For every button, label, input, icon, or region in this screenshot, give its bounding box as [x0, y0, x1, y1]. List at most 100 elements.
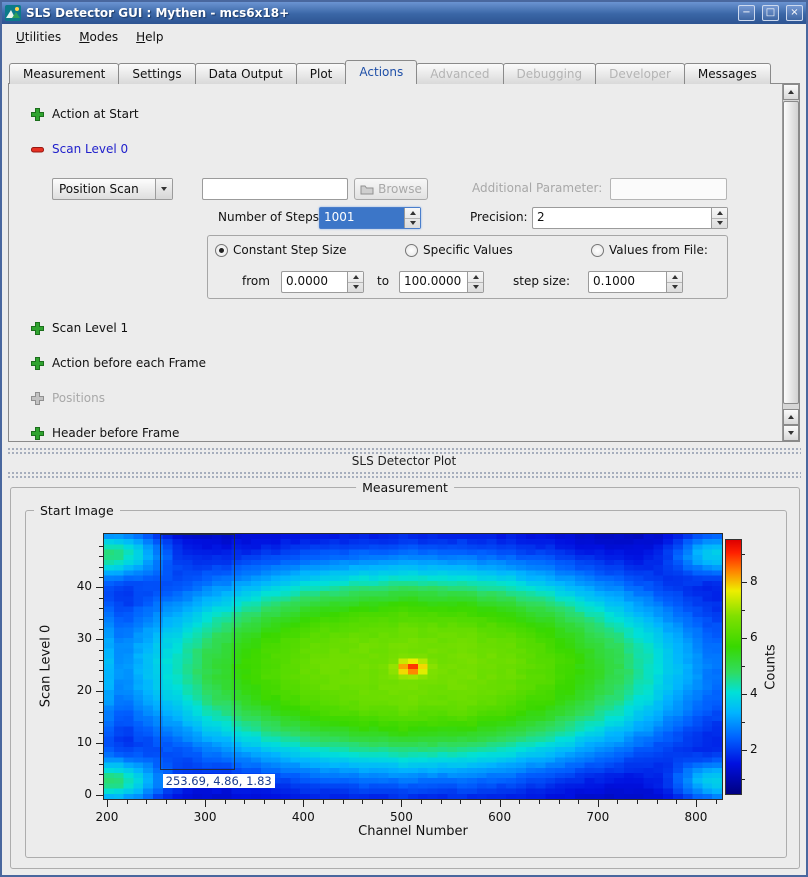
- tab-settings[interactable]: Settings: [118, 63, 195, 84]
- constant-step-size-label[interactable]: Constant Step Size: [233, 243, 347, 257]
- y-minor-tick: [99, 670, 103, 671]
- script-path-input[interactable]: [202, 178, 348, 200]
- y-major-tick: [96, 587, 103, 588]
- y-minor-tick: [99, 598, 103, 599]
- spin-down-icon[interactable]: [348, 283, 363, 293]
- values-from-file-label[interactable]: Values from File:: [609, 243, 708, 257]
- vertical-scrollbar[interactable]: [782, 84, 799, 441]
- colorbar-tick-label: 4: [750, 686, 758, 700]
- x-major-tick: [303, 800, 304, 807]
- x-minor-tick: [441, 800, 442, 804]
- colorbar-tick-label: 8: [750, 574, 758, 588]
- tab-data-output[interactable]: Data Output: [195, 63, 297, 84]
- spin-up-icon[interactable]: [468, 272, 483, 283]
- specific-values-radio[interactable]: [405, 244, 418, 257]
- scroll-up-button-bottom[interactable]: [783, 409, 799, 425]
- scan-mode-combobox[interactable]: Position Scan: [52, 178, 173, 200]
- tab-measurement[interactable]: Measurement: [9, 63, 119, 84]
- tracker-tooltip: 253.69, 4.86, 1.83: [163, 774, 275, 788]
- minimize-button[interactable]: −: [738, 5, 755, 21]
- spin-down-icon[interactable]: [712, 219, 727, 229]
- scroll-up-button[interactable]: [783, 84, 799, 100]
- to-label: to: [377, 274, 389, 288]
- tab-developer: Developer: [595, 63, 685, 84]
- titlebar[interactable]: SLS Detector GUI : Mythen - mcs6x18+ − □…: [2, 2, 806, 24]
- scan-level-0-row[interactable]: Scan Level 0: [30, 141, 128, 157]
- close-button[interactable]: ×: [786, 5, 803, 21]
- number-of-steps-spinbox[interactable]: 1001: [319, 207, 421, 229]
- splitter-dots-bottom[interactable]: [7, 471, 801, 479]
- minus-icon[interactable]: [30, 142, 45, 157]
- x-tick-label: 500: [381, 810, 421, 824]
- scan-level-0-label[interactable]: Scan Level 0: [52, 142, 128, 156]
- scroll-down-button[interactable]: [783, 425, 799, 441]
- plot-dock: Measurement Start Image Scan Level 0 Cha…: [2, 482, 806, 875]
- to-spinbox[interactable]: 100.0000: [399, 271, 484, 293]
- spin-down-icon[interactable]: [468, 283, 483, 293]
- spin-down-icon[interactable]: [405, 219, 420, 229]
- plus-icon[interactable]: [30, 107, 45, 122]
- y-tick-label: 20: [60, 683, 92, 697]
- spin-up-icon[interactable]: [667, 272, 682, 283]
- action-before-each-frame-row[interactable]: Action before each Frame: [30, 355, 206, 371]
- x-minor-tick: [676, 800, 677, 804]
- specific-values-label[interactable]: Specific Values: [423, 243, 513, 257]
- menu-modes[interactable]: Modes: [70, 26, 127, 48]
- y-minor-tick: [99, 650, 103, 651]
- maximize-button[interactable]: □: [762, 5, 779, 21]
- y-major-tick: [96, 691, 103, 692]
- y-tick-label: 40: [60, 579, 92, 593]
- y-minor-tick: [99, 567, 103, 568]
- y-minor-tick: [99, 753, 103, 754]
- colorbar: [726, 540, 741, 794]
- chevron-down-icon[interactable]: [155, 179, 172, 199]
- measurement-group-title: Measurement: [356, 480, 454, 495]
- spin-up-icon[interactable]: [712, 208, 727, 219]
- colorbar-major-tick: [742, 582, 747, 583]
- constant-step-size-radio[interactable]: [215, 244, 228, 257]
- spin-up-icon[interactable]: [348, 272, 363, 283]
- action-before-each-frame-label[interactable]: Action before each Frame: [52, 356, 206, 370]
- scan-level-1-label[interactable]: Scan Level 1: [52, 321, 128, 335]
- action-at-start-row[interactable]: Action at Start: [30, 106, 139, 122]
- colorbar-minor-tick: [742, 554, 745, 555]
- menu-help[interactable]: Help: [127, 26, 172, 48]
- header-before-frame-row[interactable]: Header before Frame: [30, 425, 179, 441]
- step-size-spinbox[interactable]: 0.1000: [588, 271, 683, 293]
- x-minor-tick: [343, 800, 344, 804]
- number-of-steps-value: 1001: [320, 208, 404, 228]
- spin-up-icon[interactable]: [405, 208, 420, 219]
- x-minor-tick: [362, 800, 363, 804]
- positions-label: Positions: [52, 391, 105, 405]
- spin-down-icon[interactable]: [667, 283, 682, 293]
- precision-spinbox[interactable]: 2: [532, 207, 728, 229]
- colorbar-major-tick: [742, 750, 747, 751]
- y-minor-tick: [99, 722, 103, 723]
- splitter-handle[interactable]: SLS Detector Plot: [2, 442, 806, 482]
- values-from-file-radio[interactable]: [591, 244, 604, 257]
- plus-icon[interactable]: [30, 426, 45, 441]
- colorbar-minor-tick: [742, 666, 745, 667]
- tab-actions[interactable]: Actions: [345, 60, 417, 84]
- menu-utilities[interactable]: Utilities: [7, 26, 70, 48]
- dock-title: SLS Detector Plot: [2, 454, 806, 468]
- colorbar-major-tick: [742, 638, 747, 639]
- plus-icon[interactable]: [30, 356, 45, 371]
- y-axis-title: Scan Level 0: [39, 625, 54, 707]
- colorbar-tick-label: 6: [750, 630, 758, 644]
- measurement-groupbox: Measurement Start Image Scan Level 0 Cha…: [10, 487, 800, 869]
- tab-messages[interactable]: Messages: [684, 63, 771, 84]
- scrollbar-thumb[interactable]: [783, 101, 799, 404]
- plus-icon[interactable]: [30, 321, 45, 336]
- step-size-value: 0.1000: [589, 272, 666, 292]
- from-spinbox[interactable]: 0.0000: [281, 271, 364, 293]
- tab-plot[interactable]: Plot: [296, 63, 347, 84]
- action-at-start-label[interactable]: Action at Start: [52, 107, 139, 121]
- x-minor-tick: [617, 800, 618, 804]
- browse-button: Browse: [354, 178, 428, 200]
- header-before-frame-label[interactable]: Header before Frame: [52, 426, 179, 440]
- window-title: SLS Detector GUI : Mythen - mcs6x18+: [26, 6, 731, 20]
- x-tick-label: 600: [480, 810, 520, 824]
- from-label: from: [242, 274, 270, 288]
- scan-level-1-row[interactable]: Scan Level 1: [30, 320, 128, 336]
